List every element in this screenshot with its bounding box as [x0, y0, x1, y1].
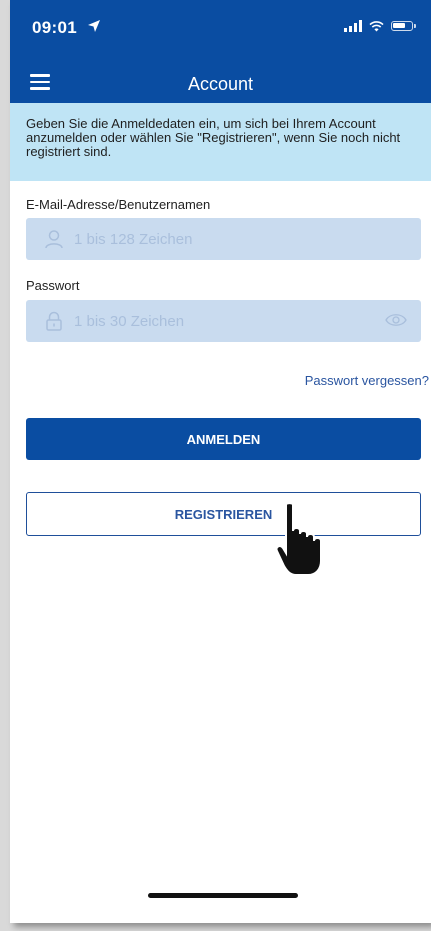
info-banner: Geben Sie die Anmeldedaten ein, um sich …: [10, 103, 431, 181]
password-label: Passwort: [26, 278, 80, 293]
user-icon: [45, 230, 63, 249]
home-indicator: [148, 893, 298, 898]
username-placeholder: 1 bis 128 Zeichen: [74, 230, 193, 248]
phone-screen: 09:01 Account Geben Sie die Anmeldedaten…: [10, 0, 431, 923]
status-time: 09:01: [32, 18, 77, 37]
hand-pointer-icon: [275, 502, 322, 576]
username-label: E-Mail-Adresse/Benutzernamen: [26, 197, 211, 212]
password-input[interactable]: 1 bis 30 Zeichen: [26, 300, 421, 342]
forgot-password-link[interactable]: Passwort vergessen?: [305, 373, 429, 388]
page-title: Account: [187, 74, 254, 94]
login-button[interactable]: ANMELDEN: [26, 418, 421, 460]
eye-icon[interactable]: [385, 312, 407, 328]
app-header: 09:01 Account: [10, 0, 431, 103]
wifi-icon: [369, 20, 384, 31]
register-button[interactable]: REGISTRIEREN: [26, 492, 421, 536]
cellular-signal-icon: [344, 20, 362, 32]
username-input[interactable]: 1 bis 128 Zeichen: [26, 218, 421, 260]
battery-icon: [391, 21, 416, 31]
location-arrow-icon: [88, 20, 100, 32]
status-indicators: [344, 20, 416, 32]
password-placeholder: 1 bis 30 Zeichen: [74, 312, 185, 330]
lock-icon: [46, 311, 62, 331]
